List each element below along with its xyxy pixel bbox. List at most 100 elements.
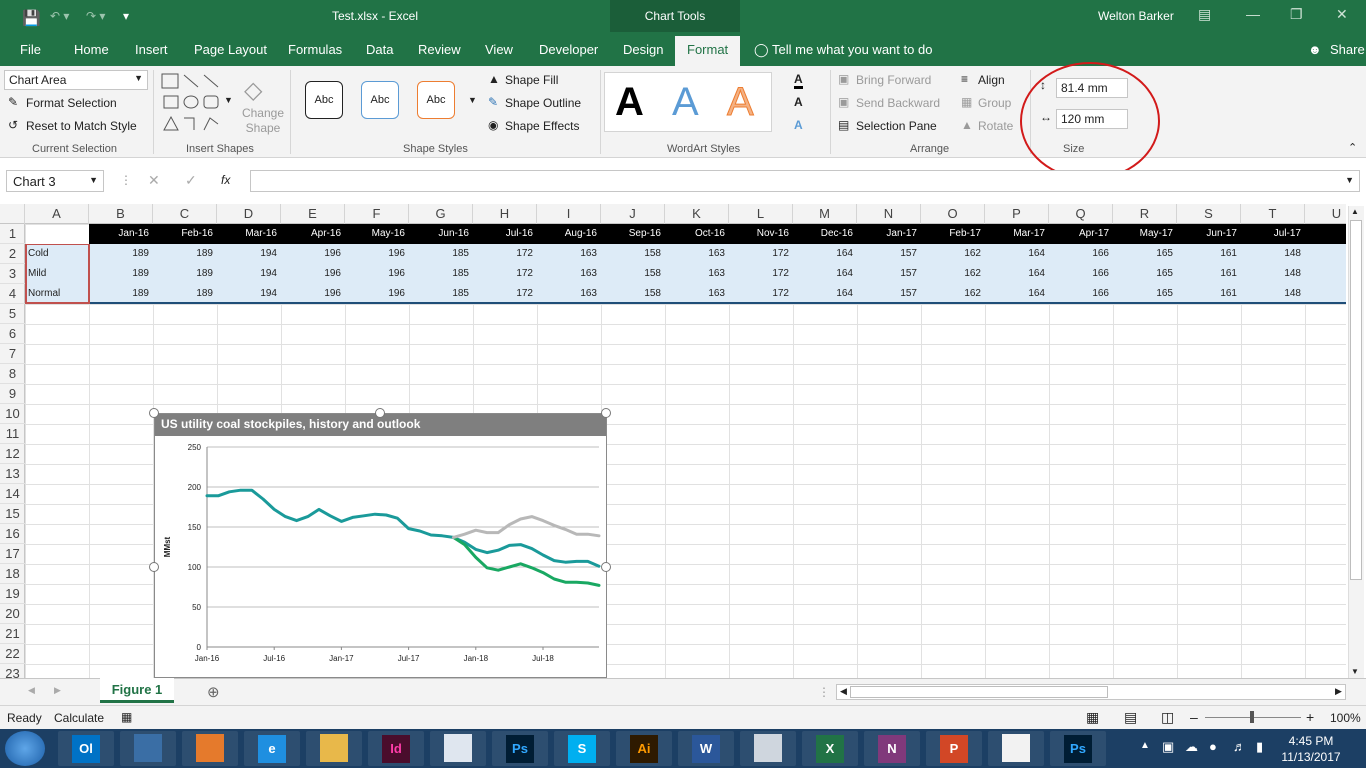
add-sheet-icon[interactable]: ⊕ [207, 683, 220, 701]
undo-icon[interactable]: ↶ ▾ [50, 9, 69, 23]
tab-page-layout[interactable]: Page Layout [194, 42, 267, 57]
row-header[interactable]: 18 [0, 564, 25, 584]
taskbar-app-icon[interactable]: Id [368, 731, 424, 766]
data-cell[interactable]: 161 [1177, 244, 1241, 264]
header-cell[interactable]: Nov-16 [729, 224, 793, 244]
row-header[interactable]: 14 [0, 484, 25, 504]
macro-record-icon[interactable]: ▦ [121, 710, 132, 724]
more-shapes-icon[interactable]: ▼ [224, 95, 233, 105]
zoom-slider-thumb[interactable] [1250, 711, 1254, 723]
tab-format[interactable]: Format [675, 36, 740, 66]
shapes-gallery[interactable] [160, 72, 234, 132]
network-icon[interactable]: ▮ [1256, 739, 1263, 755]
column-header[interactable]: F [345, 204, 409, 224]
row-header[interactable]: 5 [0, 304, 25, 324]
data-cell[interactable]: 162 [921, 284, 985, 304]
cancel-icon[interactable]: ✕ [148, 172, 160, 189]
header-cell[interactable]: Au [1305, 224, 1346, 244]
save-icon[interactable]: 💾 [22, 9, 41, 27]
tab-data[interactable]: Data [366, 42, 393, 57]
data-cell[interactable]: 161 [1177, 264, 1241, 284]
more-styles-icon[interactable]: ▼ [468, 95, 477, 105]
data-cell[interactable]: 196 [345, 284, 409, 304]
row-label-cell[interactable]: Cold [28, 244, 49, 264]
data-cell[interactable]: 157 [857, 264, 921, 284]
tab-home[interactable]: Home [74, 42, 109, 57]
row-header[interactable]: 12 [0, 444, 25, 464]
share-button[interactable]: Share [1330, 42, 1365, 57]
sheet-tab-figure-1[interactable]: Figure 1 [100, 678, 174, 703]
column-header[interactable]: Q [1049, 204, 1113, 224]
data-cell[interactable]: 162 [921, 244, 985, 264]
ribbon-display-icon[interactable]: ▤ [1198, 6, 1211, 23]
tray-app-icon[interactable]: ● [1209, 739, 1217, 754]
taskbar-app-icon[interactable] [430, 731, 486, 766]
taskbar-app-icon[interactable]: Ol [58, 731, 114, 766]
column-header[interactable]: R [1113, 204, 1177, 224]
formula-input[interactable]: ▼ [250, 170, 1360, 192]
data-cell[interactable]: 166 [1049, 264, 1113, 284]
horizontal-scroll-thumb[interactable] [850, 686, 1108, 698]
tab-insert[interactable]: Insert [135, 42, 168, 57]
tab-design[interactable]: Design [623, 42, 663, 57]
row-header[interactable]: 3 [0, 264, 25, 284]
change-shape-button[interactable]: Change Shape [241, 106, 285, 136]
header-cell[interactable]: Jul-16 [473, 224, 537, 244]
resize-handle[interactable] [375, 408, 385, 418]
data-cell[interactable]: 189 [89, 244, 153, 264]
tell-me-box[interactable]: Tell me what you want to do [772, 42, 932, 57]
scroll-left-icon[interactable]: ◀ [840, 686, 847, 697]
tray-icon[interactable]: ▣ [1162, 739, 1174, 755]
header-cell[interactable]: May-17 [1113, 224, 1177, 244]
header-cell[interactable]: Jul-17 [1241, 224, 1305, 244]
name-box[interactable]: Chart 3 ▼ [6, 170, 104, 192]
row-header[interactable]: 4 [0, 284, 25, 304]
shape-outline-button[interactable]: Shape Outline [505, 96, 581, 110]
data-cell[interactable]: 172 [729, 244, 793, 264]
taskbar-app-icon[interactable]: Ps [492, 731, 548, 766]
taskbar-app-icon[interactable]: N [864, 731, 920, 766]
header-cell[interactable]: Aug-16 [537, 224, 601, 244]
taskbar-app-icon[interactable] [740, 731, 796, 766]
system-clock[interactable]: 4:45 PM 11/13/2017 [1276, 733, 1346, 765]
data-cell[interactable]: 163 [665, 264, 729, 284]
data-cell[interactable]: 194 [217, 284, 281, 304]
header-cell[interactable]: Jan-17 [857, 224, 921, 244]
data-cell[interactable]: 165 [1113, 244, 1177, 264]
data-cell[interactable]: 196 [281, 264, 345, 284]
volume-icon[interactable]: ♬ [1233, 739, 1246, 754]
text-effects-icon[interactable]: A [794, 118, 803, 132]
resize-handle[interactable] [601, 408, 611, 418]
shape-effects-button[interactable]: Shape Effects [505, 119, 580, 133]
select-all-corner[interactable] [0, 204, 25, 224]
customize-qat-icon[interactable]: ▾ [123, 9, 129, 23]
data-cell[interactable]: 172 [473, 284, 537, 304]
minimize-icon[interactable]: — [1246, 6, 1260, 22]
collapse-ribbon-icon[interactable]: ⌃ [1348, 141, 1357, 154]
data-cell[interactable]: 172 [729, 284, 793, 304]
data-cell[interactable]: 196 [345, 264, 409, 284]
shape-style-sample[interactable]: Abc [305, 81, 343, 119]
header-cell[interactable]: Oct-16 [665, 224, 729, 244]
data-cell[interactable]: 158 [601, 284, 665, 304]
row-header[interactable]: 10 [0, 404, 25, 424]
header-cell[interactable]: Apr-17 [1049, 224, 1113, 244]
taskbar-app-icon[interactable]: S [554, 731, 610, 766]
calculate-button[interactable]: Calculate [54, 711, 104, 725]
header-cell[interactable]: Mar-16 [217, 224, 281, 244]
data-cell[interactable]: 189 [153, 264, 217, 284]
row-header[interactable]: 1 [0, 224, 25, 244]
data-cell[interactable]: 166 [1049, 244, 1113, 264]
text-fill-icon[interactable]: A [794, 72, 803, 89]
shape-style-sample[interactable]: Abc [417, 81, 455, 119]
data-cell[interactable]: 164 [793, 244, 857, 264]
column-header[interactable]: E [281, 204, 345, 224]
row-label-cell[interactable]: Normal [28, 284, 60, 304]
data-cell[interactable]: 164 [793, 284, 857, 304]
column-header[interactable]: P [985, 204, 1049, 224]
data-cell[interactable]: 185 [409, 244, 473, 264]
data-cell[interactable]: 172 [729, 264, 793, 284]
data-cell[interactable]: 189 [89, 284, 153, 304]
data-cell[interactable]: 164 [985, 264, 1049, 284]
resize-handle[interactable] [601, 562, 611, 572]
